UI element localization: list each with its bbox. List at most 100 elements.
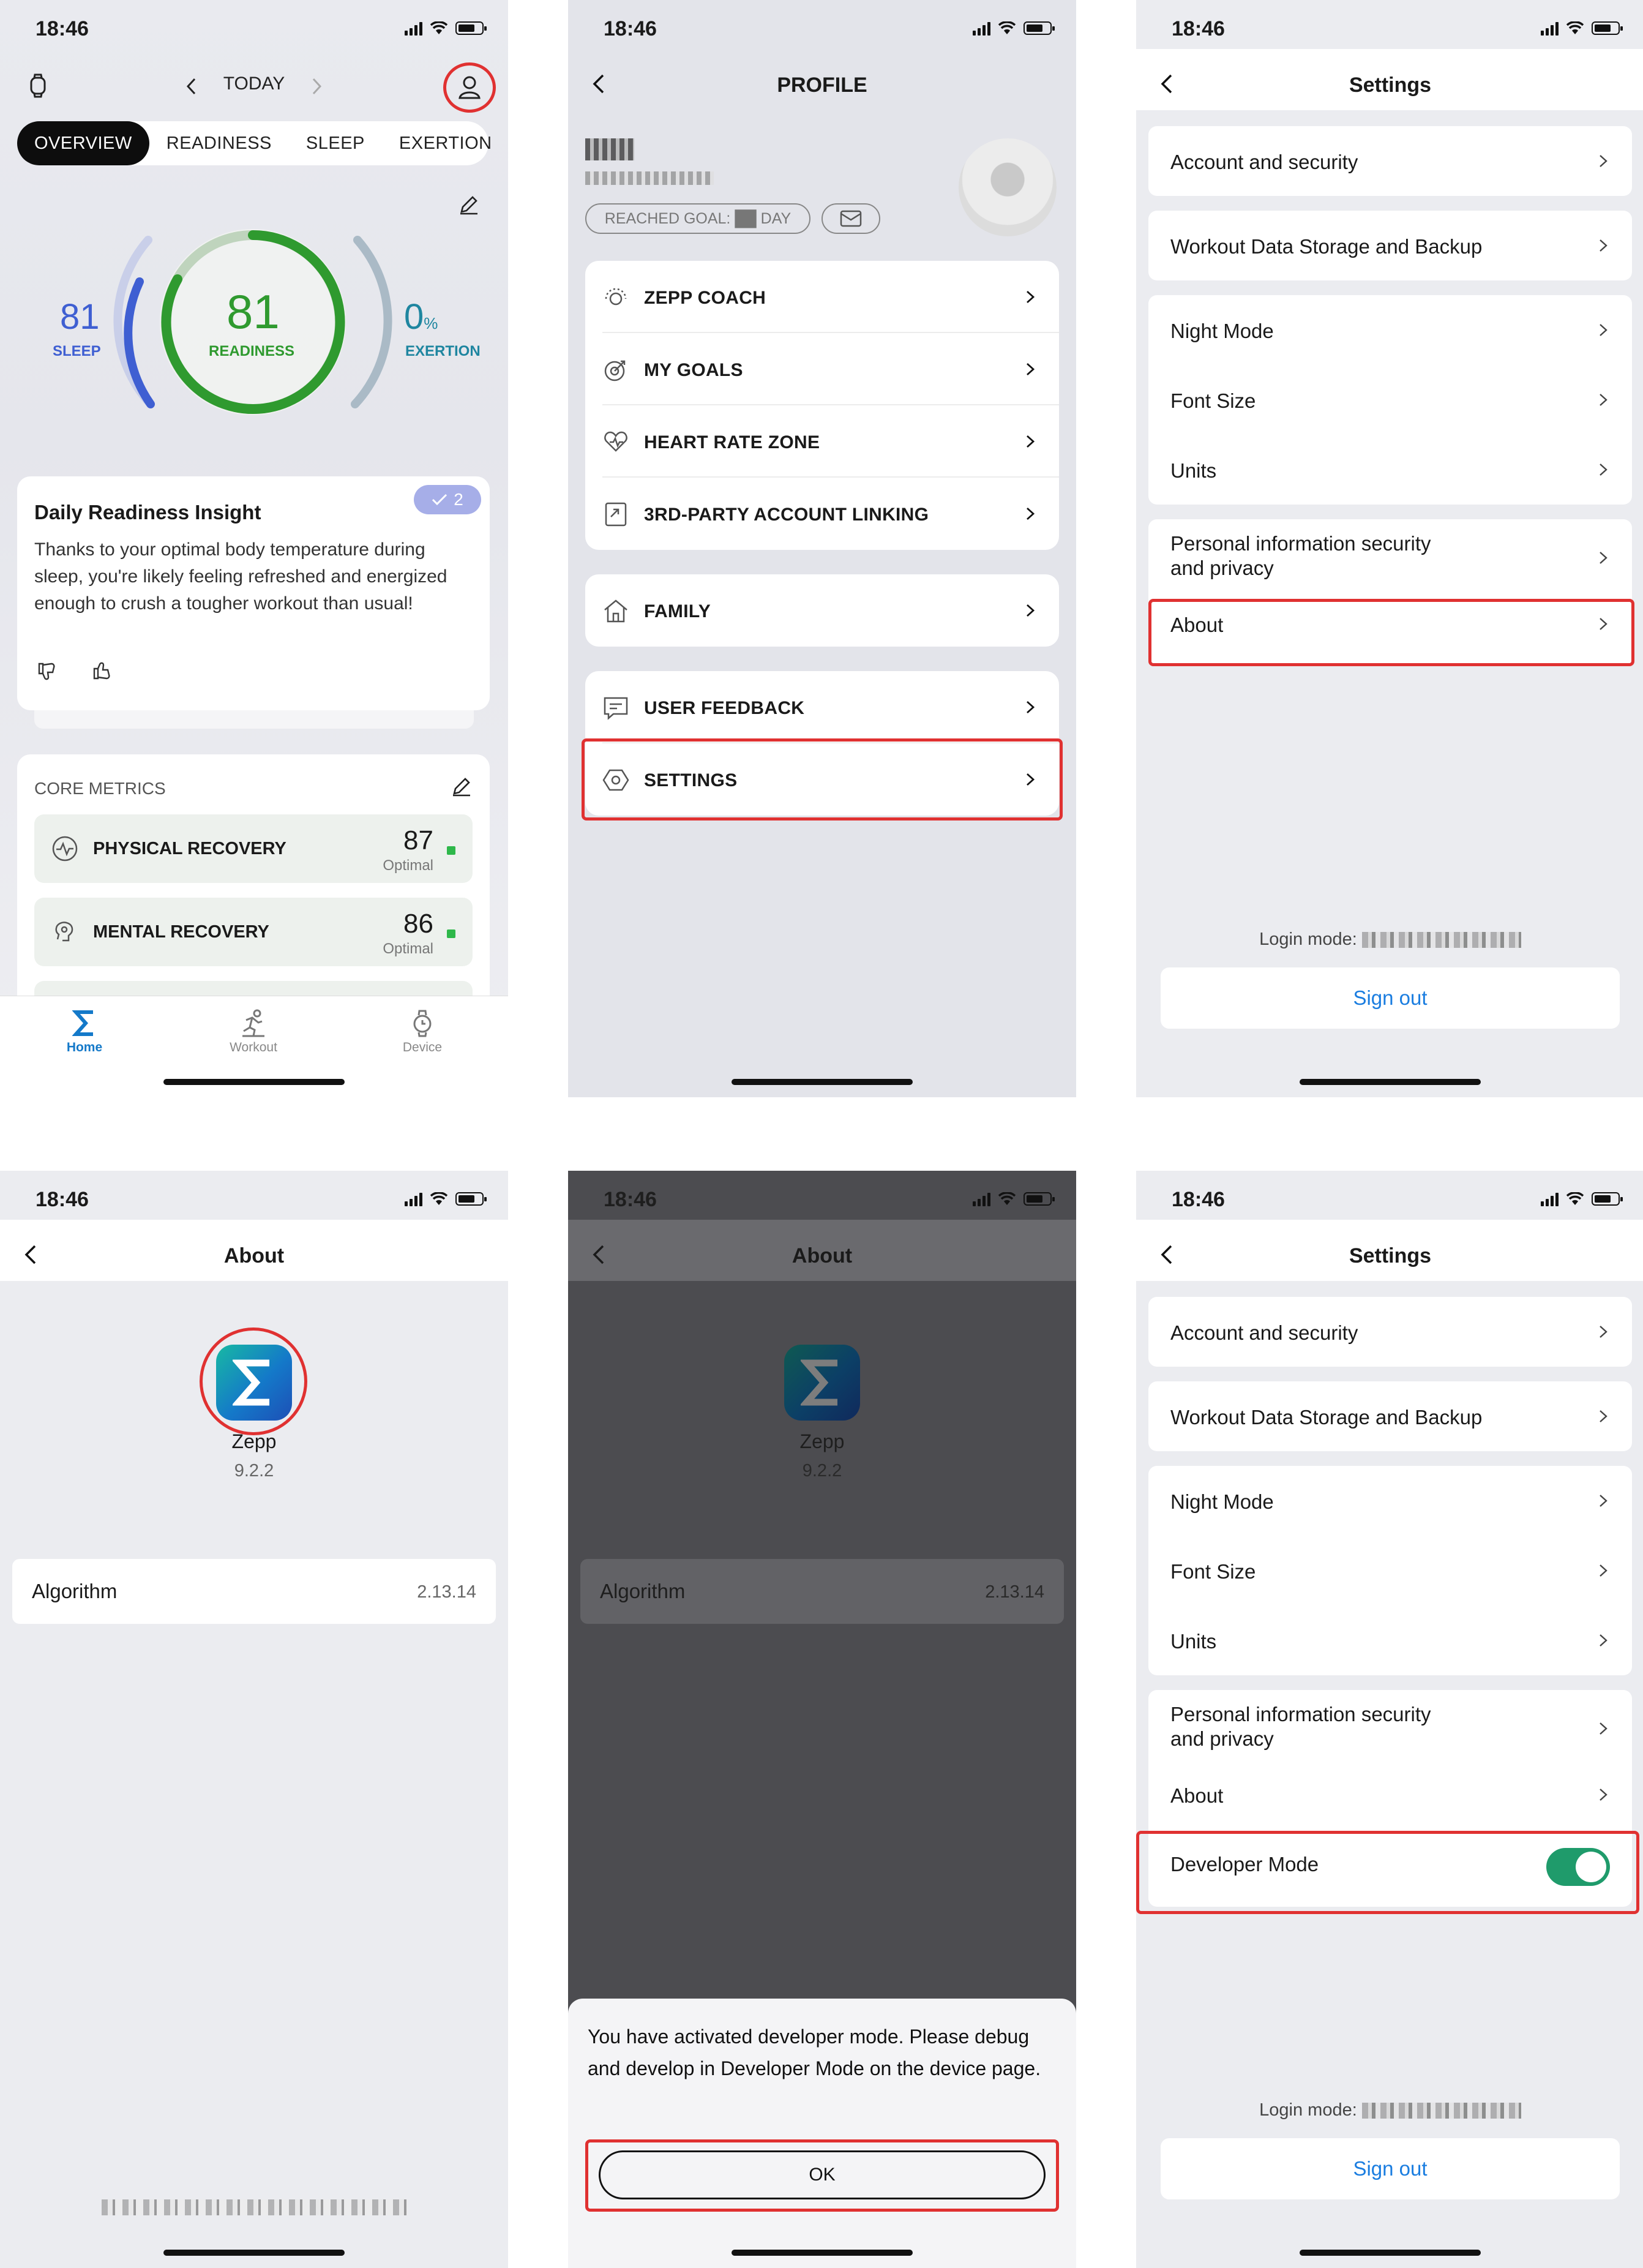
insight-badge-count: 2 [454, 490, 463, 509]
chevron-right-icon [1600, 552, 1607, 564]
settings-screen: 18:46 Settings Account and security Work… [1136, 0, 1643, 1097]
status-time: 18:46 [604, 1188, 657, 1211]
home-indicator [1300, 1079, 1481, 1085]
status-time: 18:46 [36, 1188, 89, 1211]
nav-bar: About [0, 1220, 508, 1281]
algorithm-version: 2.13.14 [417, 1582, 476, 1602]
settings-group-2: Workout Data Storage and Backup [1148, 1381, 1632, 1451]
settings-font-size[interactable]: Font Size [1148, 365, 1632, 435]
app-name: Zepp [231, 1430, 277, 1452]
settings-label: Font Size [1170, 389, 1256, 412]
chevron-right-icon [1600, 1789, 1607, 1801]
check-icon [432, 494, 447, 506]
settings-about[interactable]: About [1148, 1766, 1632, 1836]
status-icons [973, 21, 1055, 36]
home-indicator [163, 2250, 345, 2256]
tab-sleep[interactable]: SLEEP [289, 121, 382, 165]
about-dialog-screen: 18:46 About Zepp 9.2.2 Algorithm 2.13.14… [568, 1171, 1076, 2268]
chevron-right-icon [1027, 507, 1035, 520]
menu-account-linking[interactable]: 3RD-PARTY ACCOUNT LINKING [585, 478, 1059, 550]
algorithm-version: 2.13.14 [985, 1582, 1044, 1602]
settings-data-backup[interactable]: Workout Data Storage and Backup [1148, 1381, 1632, 1451]
login-mode: Login mode: [1136, 929, 1643, 950]
feedback-icon [604, 697, 628, 720]
menu-label: HEART RATE ZONE [644, 432, 820, 452]
settings-account-security[interactable]: Account and security [1148, 126, 1632, 196]
algorithm-label: Algorithm [32, 1580, 118, 1602]
menu-label: 3RD-PARTY ACCOUNT LINKING [644, 505, 929, 525]
tab-overview[interactable]: OVERVIEW [17, 121, 149, 165]
metric-mental-recovery[interactable]: MENTAL RECOVERY 86 Optimal [34, 898, 473, 966]
inbox-button[interactable] [822, 203, 880, 234]
watch-icon [413, 1010, 432, 1037]
core-metrics-edit-icon[interactable] [451, 775, 473, 797]
thumbs-down-icon[interactable] [36, 660, 58, 682]
thumbs-up-icon[interactable] [91, 660, 113, 682]
status-time: 18:46 [604, 17, 657, 40]
signal-icon [1541, 21, 1559, 36]
page-title: About [223, 1244, 285, 1267]
wifi-icon [998, 1192, 1016, 1205]
wifi-icon [430, 21, 448, 34]
menu-zepp-coach[interactable]: ZEPP COACH [585, 261, 1059, 333]
bottom-tab-workout[interactable]: Workout [198, 1006, 309, 1055]
dialog-message: You have activated developer mode. Pleas… [588, 2026, 1041, 2079]
settings-night-mode[interactable]: Night Mode [1148, 295, 1632, 365]
date-label[interactable]: TODAY [178, 73, 331, 94]
sigma-icon [801, 1359, 837, 1406]
metric-value: 86 [403, 909, 433, 939]
menu-my-goals[interactable]: MY GOALS [585, 333, 1059, 405]
settings-privacy[interactable]: Personal information security and privac… [1148, 1690, 1632, 1766]
settings-group-3: Night Mode Font Size Units [1148, 1466, 1632, 1675]
house-icon [604, 599, 627, 623]
bottom-tab-label: Home [66, 1040, 103, 1054]
bottom-tab-home[interactable]: Home [29, 1006, 140, 1055]
settings-privacy[interactable]: Personal information security and privac… [1148, 519, 1632, 595]
menu-family[interactable]: FAMILY [585, 574, 1059, 647]
edit-icon[interactable] [458, 193, 480, 216]
exertion-value: 0 [404, 297, 424, 337]
settings-label: Account and security [1170, 1321, 1358, 1344]
settings-units[interactable]: Units [1148, 435, 1632, 505]
developer-mode-dialog: You have activated developer mode. Pleas… [568, 1999, 1076, 2268]
metric-physical-recovery[interactable]: PHYSICAL RECOVERY 87 Optimal [34, 814, 473, 883]
link-icon [605, 502, 627, 527]
settings-data-backup[interactable]: Workout Data Storage and Backup [1148, 211, 1632, 280]
settings-units[interactable]: Units [1148, 1605, 1632, 1675]
sign-out-button[interactable]: Sign out [1161, 2138, 1620, 2199]
settings-account-security[interactable]: Account and security [1148, 1297, 1632, 1367]
insight-card[interactable]: 2 Daily Readiness Insight Thanks to your… [17, 476, 490, 710]
chevron-right-icon [1600, 1326, 1607, 1338]
menu-heart-rate-zone[interactable]: HEART RATE ZONE [585, 405, 1059, 478]
metric-label: MENTAL RECOVERY [93, 922, 269, 942]
sign-out-button[interactable]: Sign out [1161, 967, 1620, 1029]
next-day-icon[interactable] [310, 77, 323, 96]
ok-highlight [585, 2139, 1059, 2212]
insight-stack-shadow [34, 710, 474, 729]
home-indicator [1300, 2250, 1481, 2256]
settings-label: Night Mode [1170, 1490, 1274, 1513]
algorithm-row: Algorithm 2.13.14 [580, 1559, 1064, 1624]
readiness-score: 81 [226, 285, 280, 339]
app-logo-highlight [200, 1327, 307, 1435]
tab-readiness[interactable]: READINESS [149, 121, 289, 165]
settings-night-mode[interactable]: Night Mode [1148, 1466, 1632, 1536]
exertion-unit: % [424, 314, 438, 332]
status-icons [1541, 1192, 1623, 1206]
login-mode-label: Login mode: [1259, 2100, 1357, 2120]
menu-label: FAMILY [644, 601, 711, 621]
wifi-icon [1566, 1192, 1584, 1205]
settings-font-size[interactable]: Font Size [1148, 1536, 1632, 1605]
signal-icon [405, 21, 422, 36]
tab-exertion[interactable]: EXERTION [382, 121, 508, 165]
wifi-icon [430, 1192, 448, 1205]
avatar[interactable] [959, 138, 1057, 236]
settings-label: Units [1170, 459, 1217, 482]
watch-icon[interactable] [27, 73, 49, 98]
app-version: 9.2.2 [802, 1461, 842, 1481]
app-name: Zepp [799, 1430, 845, 1452]
bottom-tab-device[interactable]: Device [367, 1006, 477, 1055]
page-title: About [792, 1244, 853, 1267]
chevron-right-icon [1600, 464, 1607, 476]
menu-user-feedback[interactable]: USER FEEDBACK [585, 671, 1059, 743]
